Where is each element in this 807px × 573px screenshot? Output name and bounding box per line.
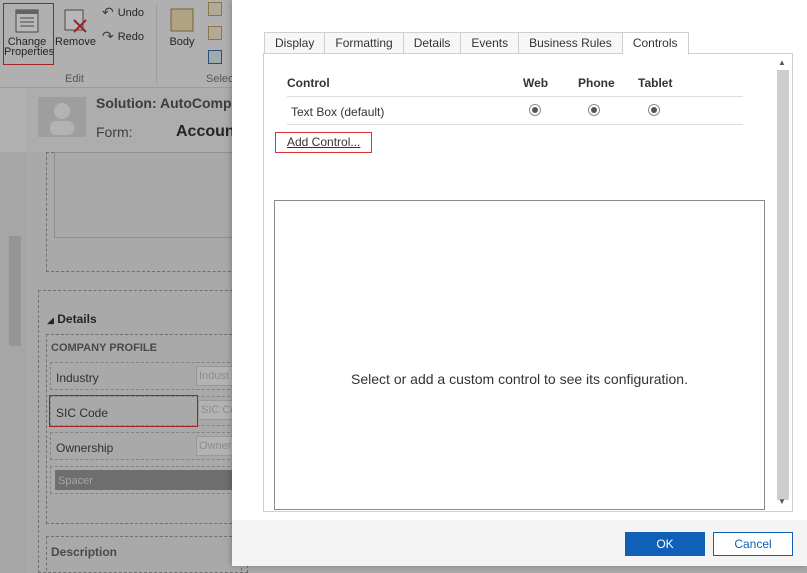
radio-phone[interactable] — [588, 104, 600, 116]
scrollbar-thumb[interactable] — [777, 70, 789, 500]
tab-details[interactable]: Details — [402, 32, 461, 54]
control-row-name[interactable]: Text Box (default) — [291, 105, 384, 119]
ok-button[interactable]: OK — [625, 532, 705, 556]
tab-events[interactable]: Events — [460, 32, 519, 54]
scroll-down-icon[interactable]: ▼ — [778, 498, 786, 506]
col-header-web: Web — [523, 76, 549, 90]
config-message: Select or add a custom control to see it… — [351, 371, 688, 387]
field-properties-dialog: Display Formatting Details Events Busine… — [232, 0, 807, 566]
col-header-phone: Phone — [578, 76, 615, 90]
radio-tablet[interactable] — [648, 104, 660, 116]
panel-scrollbar[interactable]: ▲ ▼ — [774, 54, 792, 511]
scroll-up-icon[interactable]: ▲ — [778, 59, 786, 67]
header-divider — [287, 96, 743, 97]
tab-display[interactable]: Display — [264, 32, 325, 54]
control-config-area: Select or add a custom control to see it… — [274, 200, 765, 510]
row-divider — [287, 124, 743, 125]
radio-web[interactable] — [529, 104, 541, 116]
tab-strip: Display Formatting Details Events Busine… — [264, 32, 689, 55]
col-header-tablet: Tablet — [638, 76, 673, 90]
tab-business-rules[interactable]: Business Rules — [518, 32, 622, 54]
col-header-control: Control — [287, 76, 330, 90]
tab-controls[interactable]: Controls — [621, 32, 689, 55]
tab-formatting[interactable]: Formatting — [324, 32, 403, 54]
add-control-highlight — [275, 132, 372, 153]
cancel-button[interactable]: Cancel — [713, 532, 793, 556]
